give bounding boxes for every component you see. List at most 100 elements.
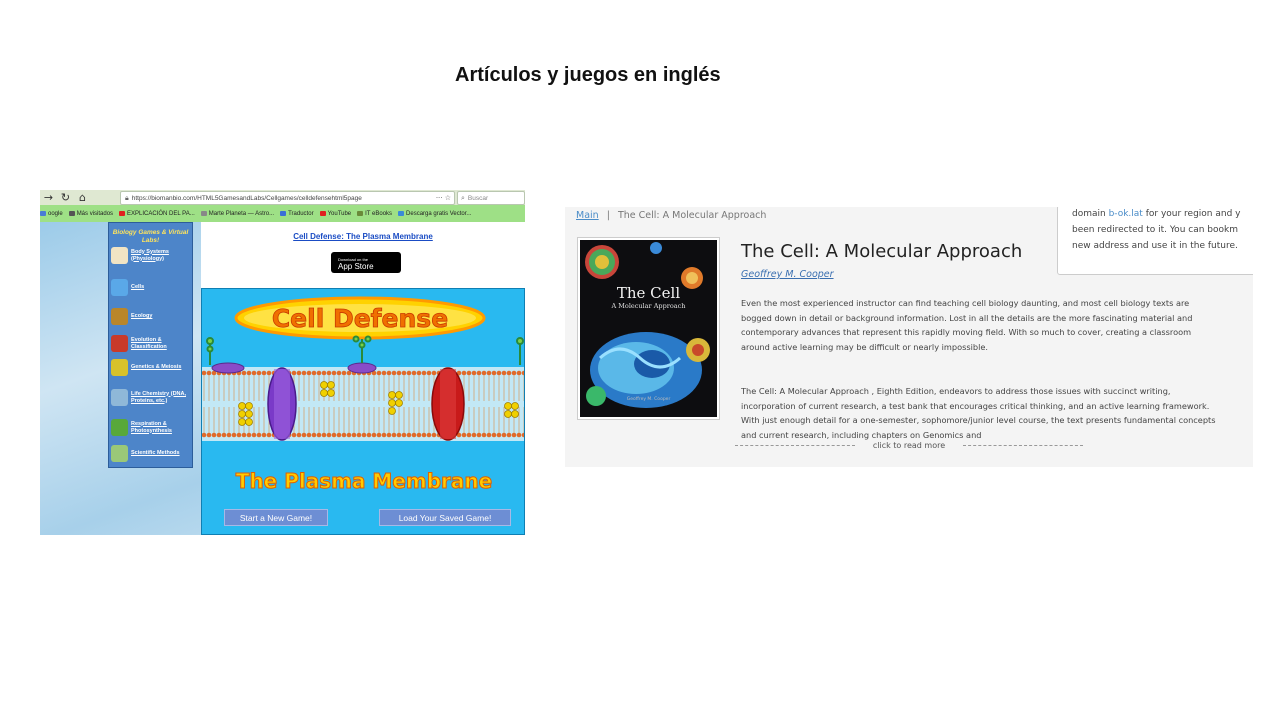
search-icon: ⌕: [461, 193, 465, 202]
leaf-icon: [111, 419, 128, 436]
breadcrumb: Main | The Cell: A Molecular Approach: [576, 210, 766, 221]
start-new-game-button[interactable]: Start a New Game!: [224, 509, 328, 526]
slide-title: Artículos y juegos en inglés: [455, 64, 721, 86]
breadcrumb-separator: |: [606, 210, 610, 221]
url-text: https://biomanbio.com/HTML5GamesandLabs/…: [131, 194, 362, 202]
cover-illustration: [585, 242, 710, 408]
sidebar-item-label: Scientific Methods: [131, 450, 180, 456]
bookmark-icon: [200, 211, 207, 216]
notice-line-3: new address and use it in the future.: [1072, 241, 1238, 251]
bookmark-label: IT eBooks: [365, 210, 393, 217]
forward-arrow-icon[interactable]: →: [40, 191, 57, 205]
bookmark-item[interactable]: Traductor: [280, 210, 314, 217]
bookmark-label: Más visitados: [76, 210, 114, 217]
bookmark-icon: [280, 211, 287, 216]
bookmark-label: oogle: [48, 210, 63, 217]
read-more-link[interactable]: click to read more: [873, 441, 945, 450]
bookmark-label: Traductor: [288, 210, 314, 217]
cover-title: The Cell: [616, 284, 681, 302]
notice-line-1: domain b-ok.lat for your region and y: [1072, 207, 1253, 222]
bookmark-label: EXPLICACIÓN DEL PA...: [127, 210, 195, 217]
bookmark-label: Marte Planeta — Astro...: [208, 210, 275, 217]
sidebar-item-label: Genetics & Meiosis: [131, 364, 182, 370]
dna-icon: [111, 389, 128, 406]
book-title: The Cell: A Molecular Approach: [741, 241, 1023, 262]
load-saved-game-button[interactable]: Load Your Saved Game!: [379, 509, 511, 526]
notice-line-2: been redirected to it. You can bookm: [1072, 225, 1238, 235]
app-store-badge[interactable]: Download on the App Store: [331, 252, 401, 273]
sidebar-item[interactable]: Life Chemistry (DNA, Proteins, etc.): [111, 389, 191, 406]
notice-domain-link[interactable]: b-ok.lat: [1109, 209, 1143, 219]
bookmark-icon: [40, 211, 46, 216]
sidebar-item-label: Respiration & Photosynthesis: [131, 420, 172, 434]
page-actions-icon[interactable]: ··· ☆: [436, 194, 454, 202]
bookmarks-bar: oogle Más visitados EXPLICACIÓN DEL PA... M…: [40, 205, 525, 222]
game-canvas[interactable]: Cell Defense The Plasma Membrane Start a…: [201, 288, 525, 535]
reload-icon[interactable]: ↻: [57, 191, 74, 205]
topics-sidebar: Biology Games & Virtual Labs! Body Syste…: [108, 222, 193, 468]
read-more-divider-left: [734, 445, 855, 446]
evolution-icon: [111, 335, 128, 352]
search-box[interactable]: ⌕ Buscar: [457, 191, 525, 205]
read-more-divider-right: [963, 445, 1084, 446]
sidebar-item[interactable]: Cells: [111, 279, 191, 296]
genetics-icon: [111, 359, 128, 376]
book-author-link[interactable]: Geoffrey M. Cooper: [741, 269, 834, 280]
cover-subtitle: A Molecular Approach: [611, 302, 686, 310]
bookmark-icon: [319, 211, 326, 216]
bookmark-label: YouTube: [327, 210, 352, 217]
browser-toolbar: → ↻ ⌂ 🔒︎ https://biomanbio.com/HTML5Game…: [40, 190, 525, 205]
sidebar-item-label: Cells: [131, 284, 145, 290]
bookmark-label: Descarga gratis Vector...: [406, 210, 472, 217]
sidebar-item[interactable]: Ecology: [111, 308, 191, 325]
game-screenshot: → ↻ ⌂ 🔒︎ https://biomanbio.com/HTML5Game…: [40, 190, 525, 535]
read-more-row: click to read more: [565, 441, 1253, 450]
bookmark-icon: [119, 211, 126, 216]
book-screenshot: Main | The Cell: A Molecular Approach Th…: [565, 207, 1253, 467]
game-page: Biology Games & Virtual Labs! Body Syste…: [40, 222, 525, 535]
bookmark-icon: [398, 211, 405, 216]
body-systems-icon: [111, 247, 128, 264]
bookmark-item[interactable]: YouTube: [319, 210, 352, 217]
bookmark-item[interactable]: oogle: [40, 211, 63, 217]
sidebar-item[interactable]: Scientific Methods: [111, 445, 191, 462]
home-icon[interactable]: ⌂: [74, 191, 91, 205]
game-header: Cell Defense: The Plasma Membrane Downlo…: [201, 222, 525, 288]
app-store-big-text: App Store: [338, 261, 374, 271]
notice-line-1-post: for your region and y: [1142, 209, 1241, 219]
game-page-link[interactable]: Cell Defense: The Plasma Membrane: [201, 232, 525, 241]
domain-notice: domain b-ok.lat for your region and y be…: [1057, 207, 1253, 275]
bookmark-icon: [357, 211, 364, 216]
sidebar-item-label: Ecology: [131, 313, 153, 319]
cover-author: Geoffrey M. Cooper: [626, 397, 671, 402]
bookmark-item[interactable]: EXPLICACIÓN DEL PA...: [119, 211, 195, 217]
game-title: Cell Defense: [272, 304, 448, 333]
bookmark-item[interactable]: IT eBooks: [357, 211, 392, 217]
microscope-icon: [111, 445, 128, 462]
sidebar-item-label: Life Chemistry (DNA, Proteins, etc.): [131, 390, 187, 404]
sidebar-item[interactable]: Respiration & Photosynthesis: [111, 419, 191, 436]
sidebar-item-label: Body Systems (Physiology): [131, 248, 169, 262]
breadcrumb-main-link[interactable]: Main: [576, 210, 599, 221]
search-placeholder: Buscar: [467, 194, 489, 202]
game-subtitle: The Plasma Membrane: [236, 469, 492, 493]
bookmark-item[interactable]: Descarga gratis Vector...: [398, 211, 471, 217]
book-cover[interactable]: The Cell A Molecular Approach Geoffrey M…: [577, 237, 720, 420]
cell-icon: [111, 279, 128, 296]
book-description-1: Even the most experienced instructor can…: [741, 298, 1193, 352]
notice-line-1-pre: domain: [1072, 209, 1109, 219]
bookmark-item[interactable]: Marte Planeta — Astro...: [200, 210, 275, 217]
lock-icon: 🔒︎: [125, 193, 129, 202]
sidebar-item[interactable]: Evolution & Classification: [111, 335, 191, 352]
book-description-2: The Cell: A Molecular Approach , Eighth …: [741, 386, 1216, 440]
ecology-icon: [111, 308, 128, 325]
address-bar[interactable]: 🔒︎ https://biomanbio.com/HTML5GamesandLa…: [120, 191, 455, 205]
sidebar-title: Biology Games & Virtual Labs!: [112, 229, 189, 244]
bookmark-icon: [68, 211, 75, 216]
sidebar-item[interactable]: Genetics & Meiosis: [111, 359, 191, 376]
sidebar-item[interactable]: Body Systems (Physiology): [111, 247, 191, 264]
bookmark-item[interactable]: Más visitados: [68, 210, 114, 217]
membrane-illustration: Cell Defense The Plasma Membrane: [202, 296, 524, 494]
cover-art: The Cell A Molecular Approach Geoffrey M…: [580, 240, 717, 417]
game-content: Cell Defense: The Plasma Membrane Downlo…: [201, 222, 525, 535]
